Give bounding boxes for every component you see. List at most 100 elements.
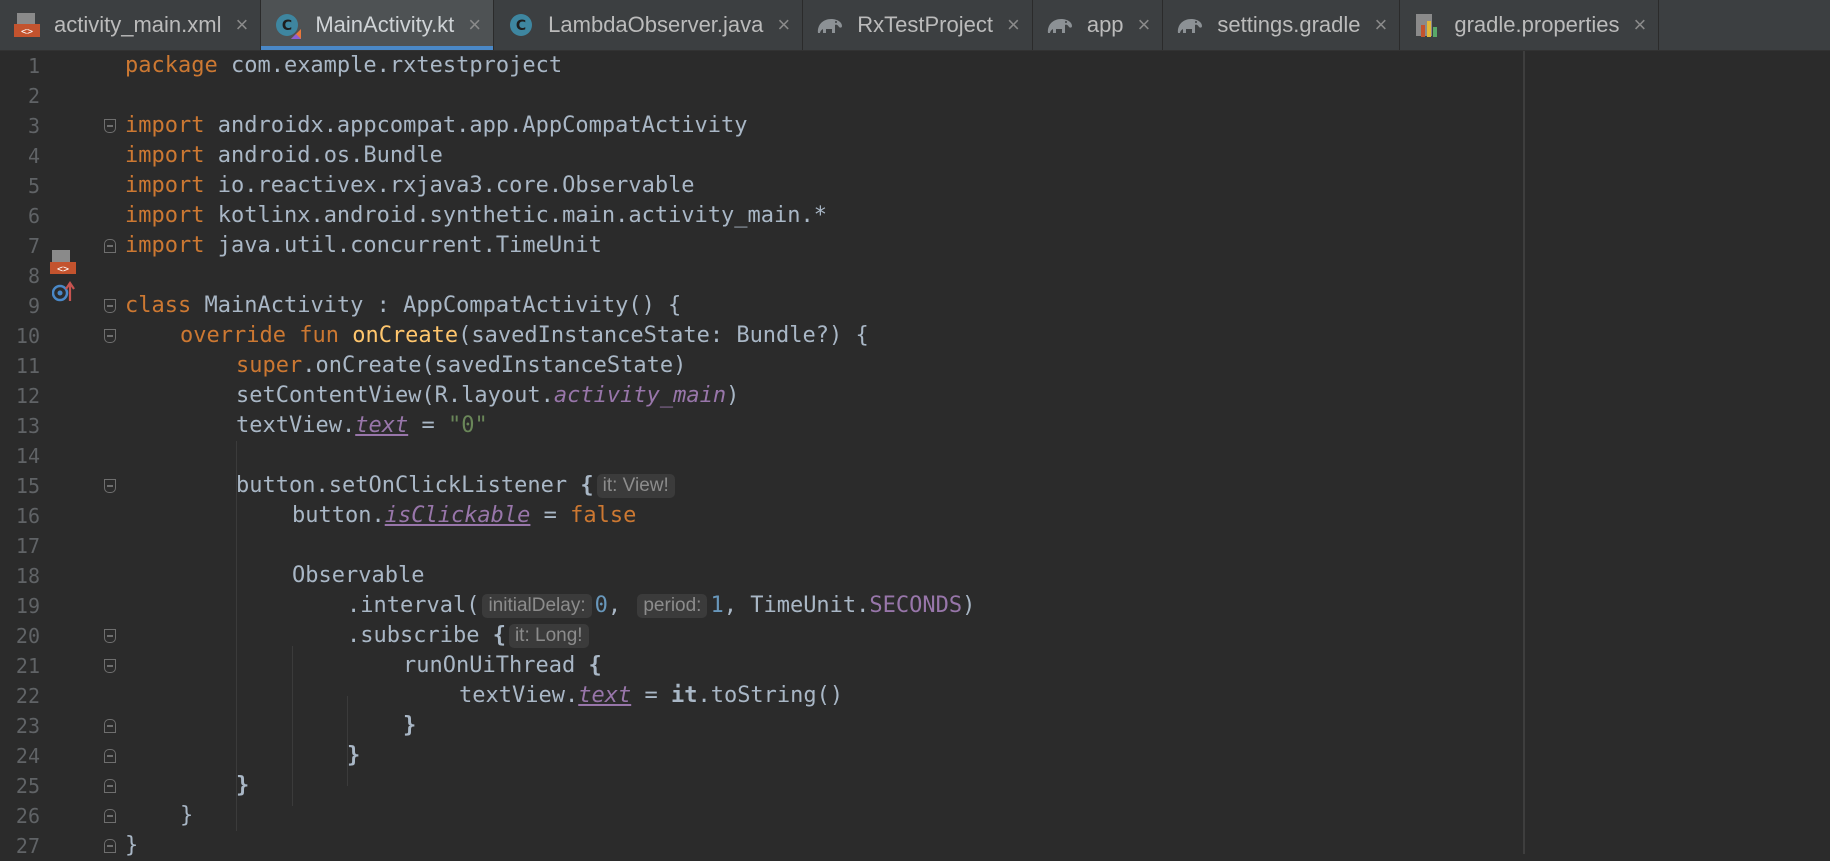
it-keyword: it [670,683,698,708]
brace: { [588,653,602,678]
code-text: = [408,413,448,438]
tab-label: MainActivity.kt [315,12,455,37]
fold-collapse-icon[interactable] [104,299,116,313]
code-line-6: import kotlinx.android.synthetic.main.ac… [125,201,827,231]
svg-text:<>: <> [57,264,69,275]
close-icon[interactable]: × [1633,14,1646,36]
number-literal: 1 [710,593,724,618]
code-text: MainActivity : AppCompatActivity() { [191,293,682,318]
brace: { [580,473,594,498]
line-number: 18 [15,564,40,588]
fold-collapse-icon[interactable] [104,329,116,343]
string-literal: "0" [447,413,488,438]
function-name: onCreate [352,323,459,348]
override-method-gutter-icon[interactable] [51,277,78,305]
line-number: 17 [15,534,40,558]
close-icon[interactable]: × [1138,14,1151,36]
tab-lambdaobserver-java[interactable]: C LambdaObserver.java × [494,0,804,50]
code-text: button. [292,503,385,528]
code-text: button.setOnClickListener [236,473,581,498]
inlay-type-hint: it: Long! [508,624,589,648]
fold-end-icon[interactable] [104,779,116,793]
tab-gradle-properties[interactable]: gradle.properties × [1400,0,1660,50]
layout-file-gutter-icon[interactable]: <> [50,248,76,278]
keyword: class [125,293,192,318]
code-line-21: runOnUiThread { [403,651,602,681]
line-number: 7 [27,234,40,258]
tab-settings-gradle[interactable]: settings.gradle × [1163,0,1401,50]
line-number: 11 [15,354,40,378]
line-number: 27 [15,834,40,858]
code-line-19: .interval(initialDelay: 0, period: 1, Time… [347,591,975,621]
tab-mainactivity-kt[interactable]: C MainActivity.kt × [261,0,495,50]
tab-app[interactable]: app × [1033,0,1164,50]
fold-end-icon[interactable] [104,719,116,733]
code-text: java.util.concurrent.TimeUnit [204,233,602,258]
code-text: com.example.rxtestproject [217,53,563,78]
close-icon[interactable]: × [468,14,481,36]
code-text: ) [962,593,976,618]
tab-label: app [1086,12,1124,37]
fold-collapse-icon[interactable] [104,479,116,493]
code-text: , TimeUnit. [723,593,870,618]
code-text: .interval( [347,593,480,618]
gutter-icons: <> [48,51,96,854]
tab-rxtestproject[interactable]: RxTestProject × [803,0,1033,50]
code-area[interactable]: package com.example.rxtestproject import… [125,51,1520,858]
brace: } [236,773,250,798]
code-line-1: package com.example.rxtestproject [125,51,562,81]
code-line-20: .subscribe {it: Long! [347,621,592,651]
code-text: .onCreate(savedInstanceState) [302,353,687,378]
close-icon[interactable]: × [777,14,790,36]
gradle-elephant-icon [1045,10,1075,40]
close-icon[interactable]: × [1375,14,1388,36]
code-line-24: } [347,741,360,771]
fold-collapse-icon[interactable] [104,119,116,133]
fold-end-icon[interactable] [104,749,116,763]
fold-gutter [96,51,126,854]
line-number: 25 [15,774,40,798]
line-number: 3 [27,114,40,138]
line-number: 6 [27,204,40,228]
code-text: runOnUiThread [403,653,589,678]
code-line-3: import androidx.appcompat.app.AppCompatA… [125,111,748,141]
line-number: 2 [27,84,40,108]
code-text: textView. [236,413,356,438]
code-text: Observable [292,563,425,588]
keyword: package [125,53,218,78]
tab-activity-main-xml[interactable]: <> activity_main.xml × [0,0,262,50]
code-text: ) [726,383,740,408]
brace: } [180,803,194,828]
line-number: 13 [15,414,40,438]
fold-end-icon[interactable] [104,809,116,823]
tab-label: gradle.properties [1454,12,1620,37]
fold-collapse-icon[interactable] [104,659,116,673]
code-editor[interactable]: 1 2 3 4 5 6 7 8 9 10 11 12 13 14 15 16 17 18 19 20 21 22 23 24 2… [0,51,1830,858]
code-line-9: class MainActivity : AppCompatActivity()… [125,291,681,321]
fold-collapse-icon[interactable] [104,629,116,643]
tab-label: RxTestProject [857,12,993,37]
line-number: 4 [27,144,40,168]
brace: } [125,833,139,858]
keyword: import [125,143,205,168]
line-number: 1 [27,54,40,78]
code-text: .subscribe [347,623,493,648]
code-line-16: button.isClickable = false [292,501,636,531]
close-icon[interactable]: × [235,14,248,36]
keyword: import [125,203,205,228]
inlay-parameter-hint: initialDelay: [482,594,592,618]
close-icon[interactable]: × [1007,14,1020,36]
fold-end-icon[interactable] [104,839,116,853]
code-line-7: import java.util.concurrent.TimeUnit [125,231,602,261]
line-number: 5 [27,174,40,198]
gradle-elephant-icon [1175,10,1205,40]
keyword: false [570,503,637,528]
fold-end-icon[interactable] [104,239,116,253]
code-text: = [631,683,671,708]
line-number: 23 [15,714,40,738]
code-line-25: } [236,771,249,801]
keyword: import [125,113,205,138]
line-number: 15 [15,474,40,498]
keyword: import [125,233,205,258]
code-text: , [607,593,622,618]
